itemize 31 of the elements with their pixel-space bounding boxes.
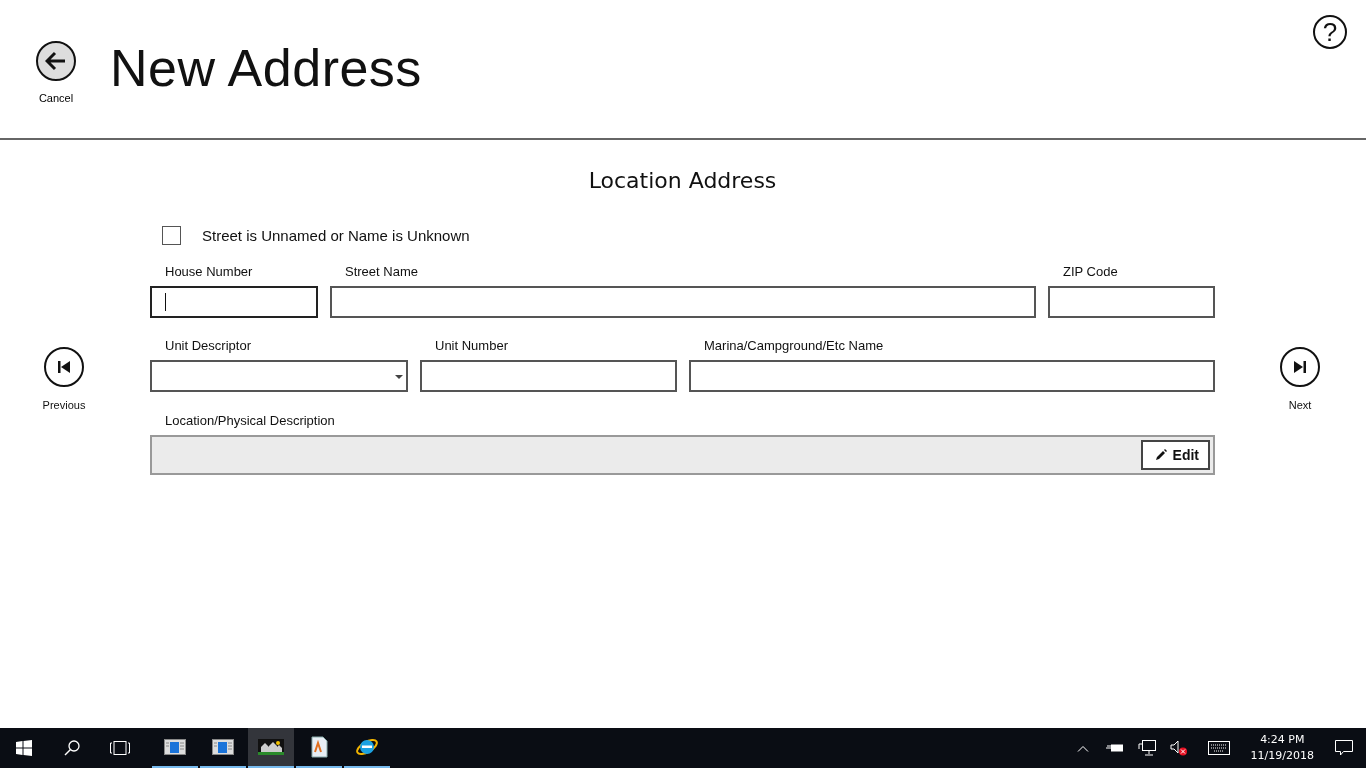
text-input-field[interactable]: [689, 360, 1215, 392]
help-button[interactable]: ?: [1313, 15, 1347, 49]
field-label: Unit Descriptor: [165, 338, 252, 353]
pencil-icon: [1154, 449, 1167, 461]
page-title: New Address: [110, 38, 422, 98]
next-button[interactable]: Next: [1236, 347, 1364, 411]
field-label: Unit Number: [435, 338, 509, 353]
search-icon: [64, 740, 80, 756]
dropdown-caret-icon: [395, 375, 403, 379]
windows-logo-icon: [16, 740, 32, 756]
cancel-button[interactable]: Cancel: [36, 41, 76, 104]
text-input-field[interactable]: [1048, 286, 1215, 318]
field-label: Location/Physical Description: [165, 413, 336, 428]
skip-back-icon: [44, 347, 84, 387]
text-cursor: [165, 293, 166, 311]
field-label: ZIP Code: [1063, 264, 1119, 279]
field-label: Marina/Campground/Etc Name: [704, 338, 885, 353]
task-view-icon: [110, 741, 130, 755]
text-input-field[interactable]: [150, 286, 318, 318]
previous-button[interactable]: Previous: [0, 347, 128, 411]
text-input-field[interactable]: [330, 286, 1036, 318]
skip-forward-icon: [1280, 347, 1320, 387]
section-heading: Location Address: [587, 168, 778, 195]
field-label: House Number: [165, 264, 254, 279]
text-input-field[interactable]: [420, 360, 677, 392]
street-unknown-checkbox[interactable]: Street is Unnamed or Name is Unknown: [162, 226, 470, 245]
edit-button[interactable]: Edit: [1140, 440, 1210, 470]
clock[interactable]: 4:24 PM 11/19/2018: [1242, 728, 1322, 768]
houses-icon[interactable]: [248, 728, 294, 768]
field-label: Street Name: [345, 264, 419, 279]
dropdown-field[interactable]: [150, 360, 408, 392]
